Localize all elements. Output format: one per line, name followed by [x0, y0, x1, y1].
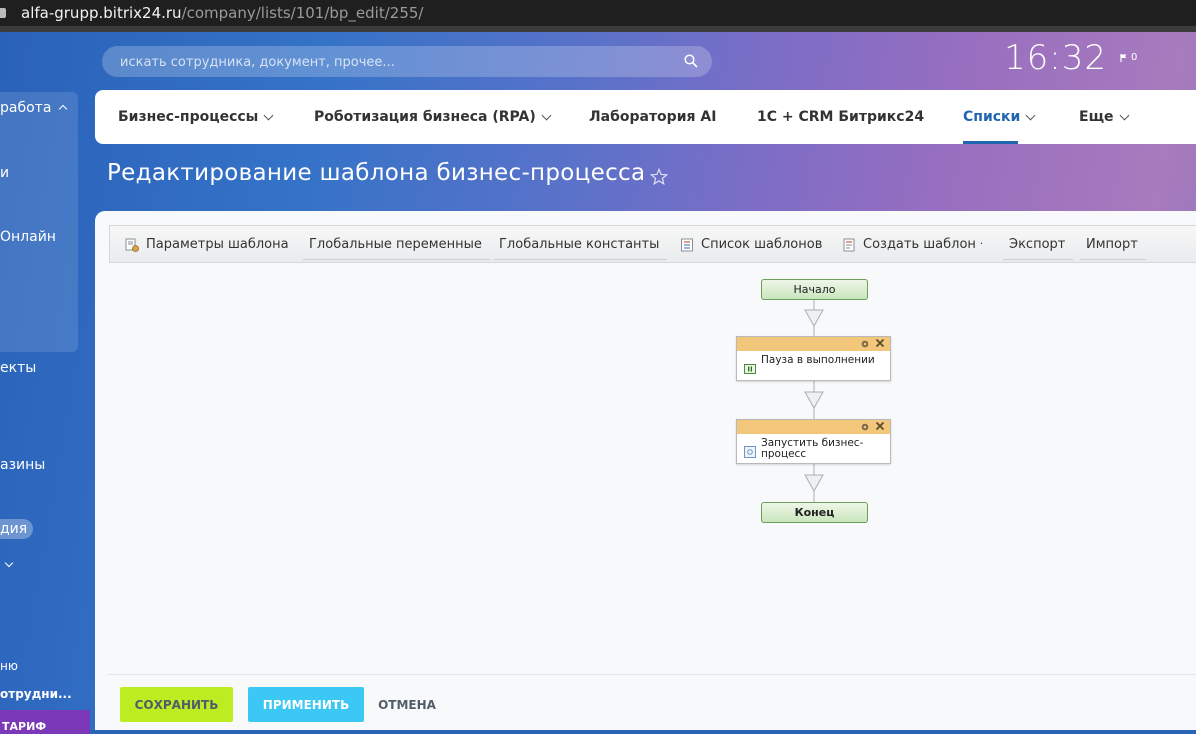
activity-start-bp[interactable]: Запустить бизнес-процесс: [736, 419, 891, 464]
sidebar-item-work[interactable]: работа: [0, 100, 68, 116]
designer-toolbar: Параметры шаблона Глобальные переменные …: [109, 225, 1196, 263]
sidebar-tariff-button[interactable]: ТАРИФ: [0, 710, 90, 734]
chevron-down-icon: [541, 110, 552, 120]
sidebar-item-2[interactable]: и: [0, 165, 9, 181]
url-host: alfa-grupp.bitrix24.ru: [21, 4, 182, 22]
diagram-end-node[interactable]: Конец: [761, 502, 868, 523]
left-sidebar: работа и Онлайн екты азины дия ню отрудн…: [0, 32, 95, 734]
lock-icon: [0, 8, 6, 18]
close-icon[interactable]: [875, 421, 885, 431]
star-icon[interactable]: [650, 168, 668, 186]
template-list-button[interactable]: Список шаблонов: [680, 226, 822, 263]
search-input[interactable]: [118, 46, 682, 79]
nav-label: Списки: [963, 109, 1021, 125]
activity-header: [737, 337, 890, 351]
activity-label: Пауза в выполнении: [761, 354, 875, 366]
save-button[interactable]: СОХРАНИТЬ: [120, 687, 233, 722]
browser-address-bar[interactable]: alfa-grupp.bitrix24.ru/company/lists/101…: [0, 0, 1196, 26]
top-navigation: Бизнес-процессы Роботизация бизнеса (RPA…: [95, 90, 1196, 144]
chevron-down-icon: [263, 110, 274, 120]
toolbar-label: Список шаблонов: [701, 237, 823, 252]
nav-more[interactable]: Еще: [1079, 90, 1129, 144]
template-params-button[interactable]: Параметры шаблона: [125, 226, 289, 263]
dropdown-dot-icon: ·: [979, 239, 984, 250]
end-node-label: Конец: [794, 506, 835, 519]
nav-1c-crm[interactable]: 1С + CRM Битрикс24: [757, 90, 924, 144]
activity-header: [737, 420, 890, 434]
chevron-down-icon[interactable]: [4, 554, 14, 570]
activity-pause[interactable]: Пауза в выполнении: [736, 336, 891, 381]
toolbar-label: Глобальные переменные: [309, 237, 482, 252]
sidebar-panel: [0, 92, 78, 352]
sidebar-item-highlight[interactable]: дия: [0, 519, 34, 539]
url-path: /company/lists/101/bp_edit/255/: [181, 4, 424, 22]
sidebar-item-label: работа: [0, 100, 52, 116]
close-icon[interactable]: [875, 338, 885, 348]
nav-ai-lab[interactable]: Лаборатория AI: [589, 90, 716, 144]
notification-count: 0: [1131, 52, 1138, 63]
page-title: Редактирование шаблона бизнес-процесса: [107, 160, 646, 186]
start-process-icon: [744, 446, 756, 458]
import-button[interactable]: Импорт: [1080, 226, 1146, 263]
sidebar-item-projects[interactable]: екты: [0, 360, 36, 376]
gear-icon[interactable]: [860, 422, 870, 432]
global-constants-button[interactable]: Глобальные константы: [492, 226, 668, 263]
gear-icon[interactable]: [860, 339, 870, 349]
nav-label: Роботизация бизнеса (RPA): [314, 109, 536, 125]
toolbar-label: Создать шаблон: [863, 237, 976, 252]
create-template-button[interactable]: Создать шаблон ·: [842, 226, 983, 263]
export-button[interactable]: Экспорт: [1002, 226, 1074, 263]
cancel-button[interactable]: ОТМЕНА: [372, 687, 442, 722]
toolbar-label: Импорт: [1086, 237, 1138, 252]
notification-counter[interactable]: 0: [1120, 52, 1137, 63]
nav-label: Бизнес-процессы: [118, 109, 259, 125]
nav-business-processes[interactable]: Бизнес-процессы: [118, 90, 274, 144]
search-icon[interactable]: [684, 54, 698, 68]
nav-label: 1С + CRM Битрикс24: [757, 109, 925, 125]
diagram-start-node[interactable]: Начало: [761, 279, 868, 300]
nav-lists[interactable]: Списки: [963, 90, 1036, 144]
chevron-up-icon: [58, 104, 68, 114]
apply-button[interactable]: ПРИМЕНИТЬ: [248, 687, 364, 722]
designer-workarea: Параметры шаблона Глобальные переменные …: [95, 211, 1196, 730]
sidebar-menu-config[interactable]: ню: [0, 659, 18, 673]
clock[interactable]: 16:32: [1004, 38, 1107, 78]
sidebar-invite-employees[interactable]: отрудни...: [0, 687, 72, 701]
list-icon: [681, 238, 693, 251]
chevron-down-icon: [1119, 110, 1129, 120]
toolbar-label: Экспорт: [1009, 237, 1066, 252]
sidebar-item-shops[interactable]: азины: [0, 457, 45, 473]
toolbar-label: Параметры шаблона: [146, 237, 289, 252]
activity-label: Запустить бизнес-процесс: [761, 437, 864, 460]
global-search[interactable]: [102, 46, 712, 79]
nav-label: Еще: [1079, 109, 1114, 125]
nav-rpa[interactable]: Роботизация бизнеса (RPA): [314, 90, 552, 144]
chevron-down-icon: [1025, 110, 1036, 120]
toolbar-label: Глобальные константы: [499, 237, 660, 252]
nav-label: Лаборатория AI: [589, 109, 717, 125]
global-variables-button[interactable]: Глобальные переменные: [303, 226, 490, 263]
flag-icon: [1120, 53, 1127, 62]
sidebar-item-online[interactable]: Онлайн: [0, 229, 56, 245]
footer-divider: [107, 674, 1196, 675]
new-doc-icon: [843, 238, 855, 251]
start-node-label: Начало: [793, 283, 836, 296]
settings-doc-icon: [125, 238, 139, 252]
pause-icon: [744, 364, 756, 374]
